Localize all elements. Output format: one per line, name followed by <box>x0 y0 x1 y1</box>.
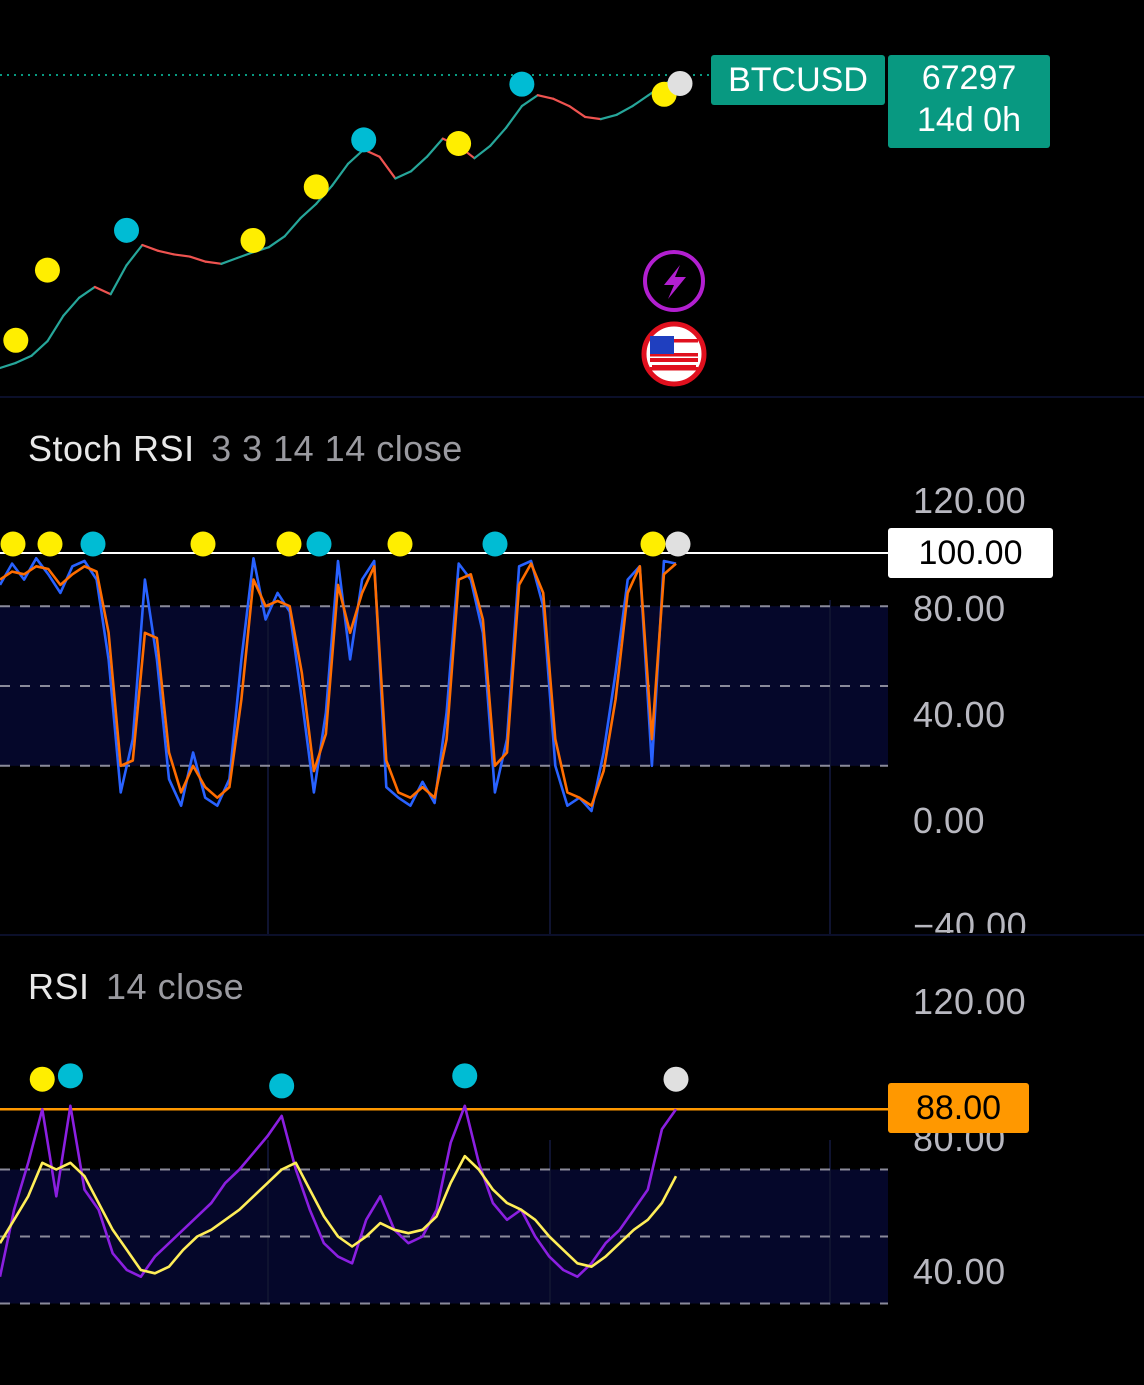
price-segment <box>599 113 618 121</box>
price-signal-marker <box>667 70 693 96</box>
price-segment <box>504 104 523 129</box>
rsi-axis-label: 120.00 <box>913 981 1027 1022</box>
price-badge: 67297 14d 0h <box>888 55 1050 148</box>
price-segment <box>125 243 144 267</box>
price-signal-marker <box>446 130 472 156</box>
price-segment <box>172 253 191 258</box>
price-segment <box>93 285 112 296</box>
price-signal-marker <box>34 257 60 283</box>
price-segment <box>14 354 33 365</box>
price-signal-marker <box>509 71 535 97</box>
price-value: 67297 <box>921 59 1017 97</box>
lightning-icon <box>664 265 686 299</box>
stoch-axis-label: 120.00 <box>913 480 1027 521</box>
price-segment <box>236 251 255 260</box>
price-segment <box>473 144 492 160</box>
price-segment <box>299 202 318 220</box>
price-segment <box>62 296 81 318</box>
price-segment <box>109 264 128 296</box>
rsi-title: RSI <box>28 966 90 1007</box>
price-segment <box>425 137 444 158</box>
price-segment <box>0 361 17 370</box>
price-segment <box>520 94 539 108</box>
flag-canton <box>650 336 674 354</box>
stoch-signal-marker <box>276 531 302 557</box>
price-segment <box>489 126 508 147</box>
ticker-label: BTCUSD <box>728 61 868 99</box>
rsi-axis-label: 40.00 <box>913 1251 1006 1292</box>
rsi-current-label: 88.00 <box>888 1083 1029 1133</box>
stoch-signal-marker <box>482 531 508 557</box>
rsi-signal-marker <box>269 1073 295 1099</box>
rsi-params: 14 close <box>106 966 245 1007</box>
price-signal-marker <box>351 127 377 153</box>
rsi-signal-marker <box>57 1063 83 1089</box>
stoch-signal-marker <box>306 531 332 557</box>
price-segment <box>552 97 571 108</box>
price-segment <box>615 104 634 116</box>
price-segment <box>188 255 207 263</box>
price-segment <box>631 94 650 108</box>
stoch-current-label: 100.00 <box>888 528 1053 578</box>
price-segment <box>141 243 160 252</box>
price-segment <box>30 340 49 357</box>
price-segment <box>568 104 587 119</box>
flag-stripe <box>652 365 696 369</box>
flag-stripe <box>650 358 698 362</box>
price-segment <box>220 256 239 265</box>
bar-countdown: 14d 0h <box>917 101 1021 139</box>
price-segment <box>77 285 96 299</box>
stoch-axis-label: 40.00 <box>913 694 1006 735</box>
price-segment <box>204 260 223 265</box>
stoch-signal-marker <box>387 531 413 557</box>
price-segment <box>394 170 413 180</box>
stoch-signal-marker <box>80 531 106 557</box>
price-signal-marker <box>3 327 29 353</box>
price-segment <box>330 162 350 187</box>
price-segment <box>584 115 603 121</box>
stoch-axis-label: −40.00 <box>913 905 1028 933</box>
ticker-badge[interactable]: BTCUSD <box>711 55 885 105</box>
stoch-rsi-params: 3 3 14 14 close <box>211 428 463 469</box>
stoch-signal-marker <box>665 531 691 557</box>
rsi-legend[interactable]: RSI 14 close <box>28 966 244 1008</box>
price-segment <box>378 155 397 180</box>
chart-canvas[interactable] <box>0 0 1144 1385</box>
price-segment <box>283 217 302 238</box>
price-signal-marker <box>240 227 266 253</box>
chart-screen: BTCUSD 67297 14d 0h Stoch RSI 3 3 14 14 … <box>0 0 1144 1385</box>
price-segment <box>410 155 429 173</box>
stoch-signal-marker <box>190 531 216 557</box>
stoch-rsi-title: Stoch RSI <box>28 428 195 469</box>
stoch-axis-label: 80.00 <box>913 588 1006 629</box>
rsi-signal-marker <box>452 1063 478 1089</box>
rsi-signal-marker <box>29 1066 55 1092</box>
price-signal-marker <box>114 217 140 243</box>
stoch-signal-marker <box>640 531 666 557</box>
price-segment <box>536 94 555 100</box>
price-segment <box>157 249 176 256</box>
rsi-signal-marker <box>663 1066 689 1092</box>
price-segment <box>46 314 65 343</box>
stoch-axis-label: 0.00 <box>913 800 986 841</box>
price-segment <box>267 235 286 249</box>
stoch-signal-marker <box>37 531 63 557</box>
stoch-rsi-legend[interactable]: Stoch RSI 3 3 14 14 close <box>28 428 463 470</box>
stoch-signal-marker <box>0 531 26 557</box>
price-signal-marker <box>303 174 329 200</box>
